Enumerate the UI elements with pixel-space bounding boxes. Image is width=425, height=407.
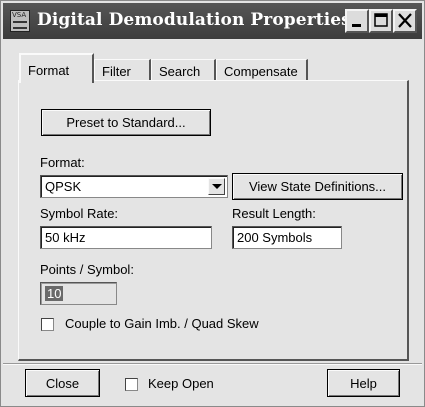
tab-search[interactable]: Search	[151, 59, 216, 81]
chevron-down-icon	[212, 184, 222, 189]
symbol-rate-input[interactable]: 50 kHz	[40, 226, 212, 249]
keep-open-label[interactable]: Keep Open	[148, 376, 214, 391]
minimize-button[interactable]	[345, 9, 369, 33]
minimize-icon	[352, 24, 361, 27]
close-button[interactable]: Close	[25, 369, 100, 397]
app-icon-lines	[13, 21, 27, 29]
maximize-button[interactable]	[369, 9, 393, 33]
tab-format[interactable]: Format	[19, 53, 94, 83]
points-per-symbol-value: 10	[45, 286, 64, 301]
format-label: Format:	[40, 155, 85, 170]
symbol-rate-label: Symbol Rate:	[40, 206, 119, 221]
format-dropdown-button[interactable]	[208, 178, 225, 195]
view-state-definitions-button[interactable]: View State Definitions...	[232, 173, 403, 200]
footer-divider	[3, 363, 422, 365]
preset-to-standard-button[interactable]: Preset to Standard...	[41, 109, 211, 136]
tab-filter[interactable]: Filter	[94, 59, 151, 81]
keep-open-checkbox[interactable]	[125, 378, 138, 391]
maximize-icon	[374, 13, 388, 27]
couple-gain-imb-label[interactable]: Couple to Gain Imb. / Quad Skew	[65, 316, 259, 331]
help-button[interactable]: Help	[327, 369, 400, 397]
properties-dialog: VSA Digital Demodulation Properties Form…	[0, 0, 425, 407]
format-select[interactable]: QPSK	[40, 175, 228, 198]
format-select-value: QPSK	[45, 179, 82, 194]
vsa-app-icon[interactable]: VSA	[10, 10, 30, 32]
result-length-label: Result Length:	[232, 206, 316, 221]
points-per-symbol-input: 10	[40, 282, 117, 305]
tab-compensate[interactable]: Compensate	[216, 59, 308, 81]
window-title: Digital Demodulation Properties	[37, 10, 351, 30]
format-tab-panel: Preset to Standard... Format: QPSK View …	[18, 80, 409, 361]
app-icon-tag: VSA	[12, 11, 27, 19]
couple-gain-imb-checkbox[interactable]	[41, 318, 54, 331]
title-bar[interactable]: VSA Digital Demodulation Properties	[3, 3, 422, 39]
close-window-button[interactable]	[393, 9, 417, 33]
points-per-symbol-label: Points / Symbol:	[40, 262, 134, 277]
result-length-input[interactable]: 200 Symbols	[232, 226, 342, 249]
close-icon	[398, 13, 412, 28]
